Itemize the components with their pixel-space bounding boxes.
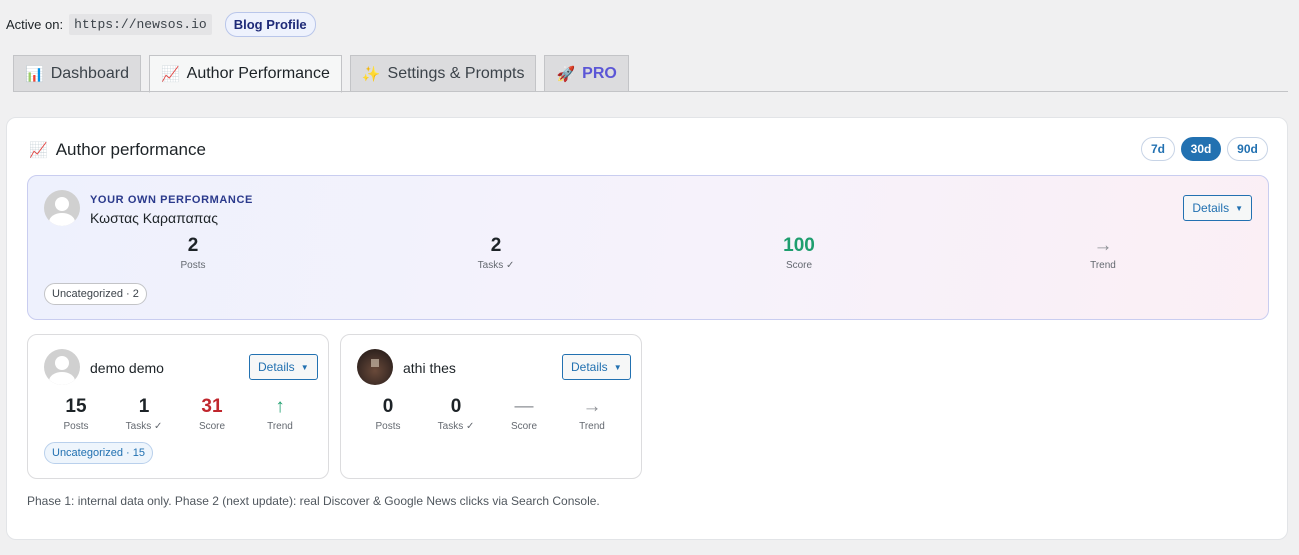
author-name: demo demo: [90, 360, 164, 376]
avatar: [357, 349, 393, 385]
trend-up-icon: ↑: [275, 396, 285, 417]
trend-flat-icon: →: [1093, 235, 1113, 256]
stat-trend: ↑ Trend: [230, 396, 330, 432]
category-chip: Uncategorized · 2: [44, 283, 147, 305]
tab-dashboard[interactable]: 📊 Dashboard: [13, 55, 141, 92]
caret-down-icon: ▼: [1235, 203, 1243, 213]
range-30d-button[interactable]: 30d: [1181, 137, 1221, 161]
stat-label: Trend: [1090, 260, 1116, 271]
tab-label: Settings & Prompts: [387, 64, 525, 82]
details-button[interactable]: Details ▼: [1183, 195, 1252, 221]
sparkle-icon: ✨: [361, 65, 381, 83]
caret-down-icon: ▼: [613, 362, 622, 372]
tab-author-performance[interactable]: 📈 Author Performance: [148, 55, 342, 93]
trend-flat-icon: →: [582, 396, 602, 417]
stat-label: Trend: [267, 421, 293, 432]
phase-footnote: Phase 1: internal data only. Phase 2 (ne…: [27, 494, 600, 508]
avatar: [44, 190, 80, 226]
active-on-label: Active on:: [6, 16, 64, 32]
bar-chart-icon: 📊: [25, 65, 44, 83]
category-chip: Uncategorized · 15: [44, 442, 153, 464]
author-name: Κωστας Καραπαπας: [90, 210, 218, 226]
own-performance-panel: YOUR OWN PERFORMANCE Κωστας Καραπαπας De…: [27, 175, 1269, 320]
stat-trend: → Trend: [1053, 235, 1153, 271]
range-90d-button[interactable]: 90d: [1227, 137, 1268, 161]
tab-label: Dashboard: [50, 64, 129, 82]
stat-posts: 2 Posts: [143, 235, 243, 271]
tab-settings-prompts[interactable]: ✨ Settings & Prompts: [349, 55, 537, 92]
tab-label: PRO: [582, 64, 617, 82]
details-label: Details: [1192, 201, 1230, 215]
stat-label: Trend: [579, 421, 605, 432]
details-button[interactable]: Details ▼: [249, 354, 318, 380]
nav-tabs: 📊 Dashboard 📈 Author Performance ✨ Setti…: [13, 55, 637, 93]
author-performance-card: 📈 Author performance 7d 30d 90d YOUR OWN…: [6, 117, 1288, 540]
trend-chart-icon: 📈: [160, 66, 180, 83]
tabs-divider: [13, 91, 1288, 92]
author-name: athi thes: [403, 360, 456, 376]
stat-trend: → Trend: [542, 396, 642, 432]
tab-pro[interactable]: 🚀 PRO: [544, 55, 629, 92]
author-card: demo demo Details ▼ 15 Posts 1 Tasks ✓ 3…: [27, 334, 329, 479]
card-title-text: Author performance: [55, 140, 206, 159]
range-selector: 7d 30d 90d: [1135, 137, 1268, 161]
details-label: Details: [258, 360, 295, 374]
stat-score: 100 Score: [749, 235, 849, 271]
range-7d-button[interactable]: 7d: [1141, 137, 1175, 161]
details-label: Details: [571, 360, 608, 374]
caret-down-icon: ▼: [300, 362, 309, 372]
avatar: [44, 349, 80, 385]
author-card: athi thes Details ▼ 0 Posts 0 Tasks ✓ — …: [340, 334, 642, 479]
rocket-icon: 🚀: [556, 65, 576, 83]
stat-label: Score: [785, 260, 813, 271]
active-site-bar: Active on: https://newsos.io Blog Profil…: [6, 11, 316, 37]
tab-label: Author Performance: [186, 65, 330, 82]
stat-tasks: 2 Tasks ✓: [446, 235, 546, 271]
stat-label: Tasks ✓: [477, 260, 515, 271]
blog-profile-link[interactable]: Blog Profile: [224, 11, 316, 37]
stat-value: 2: [490, 235, 502, 256]
details-button[interactable]: Details ▼: [562, 354, 631, 380]
trend-chart-icon: 📈: [29, 142, 48, 159]
stat-value: 100: [783, 235, 815, 256]
stat-value: 2: [187, 235, 199, 256]
site-url: https://newsos.io: [69, 13, 212, 35]
card-title: 📈 Author performance: [29, 140, 206, 160]
own-performance-kicker: YOUR OWN PERFORMANCE: [90, 194, 253, 206]
stat-label: Posts: [180, 260, 206, 271]
